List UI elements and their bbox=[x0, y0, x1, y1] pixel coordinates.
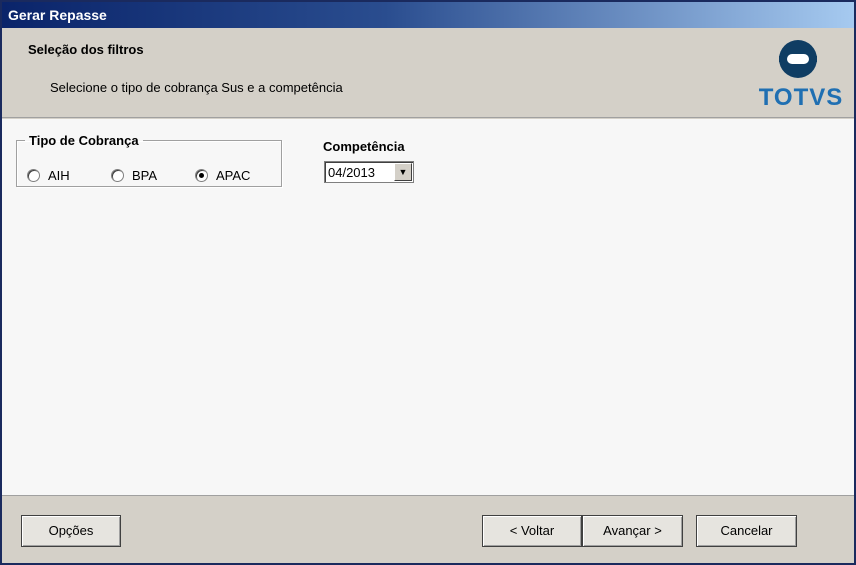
radio-apac-label: APAC bbox=[216, 168, 251, 183]
tipo-cobranca-group: Tipo de Cobrança AIH BPA APAC bbox=[16, 133, 282, 187]
radio-apac[interactable]: APAC bbox=[195, 168, 250, 183]
cancel-button[interactable]: Cancelar bbox=[696, 515, 797, 547]
tipo-cobranca-label: Tipo de Cobrança bbox=[29, 133, 139, 148]
radio-bpa-label: BPA bbox=[132, 168, 158, 183]
options-button[interactable]: Opções bbox=[21, 515, 121, 547]
logo-bar bbox=[787, 54, 809, 64]
title-bar[interactable]: Gerar Repasse bbox=[2, 2, 854, 28]
wizard-content: Tipo de Cobrança AIH BPA APAC Competênci… bbox=[2, 119, 854, 495]
chevron-down-icon[interactable]: ▼ bbox=[394, 163, 412, 181]
step-title: Seleção dos filtros bbox=[28, 42, 144, 57]
wizard-footer: Opções < Voltar Avançar > Cancelar bbox=[2, 495, 854, 563]
radio-apac-indicator[interactable] bbox=[195, 169, 208, 182]
radio-bpa[interactable]: BPA bbox=[111, 168, 157, 183]
next-button[interactable]: Avançar > bbox=[582, 515, 683, 547]
wizard-window: Gerar Repasse Seleção dos filtros Seleci… bbox=[0, 0, 856, 565]
radio-aih-indicator[interactable] bbox=[27, 169, 40, 182]
radio-aih[interactable]: AIH bbox=[27, 168, 70, 183]
radio-aih-label: AIH bbox=[48, 168, 70, 183]
logo-circle bbox=[779, 40, 817, 78]
competencia-select[interactable]: 04/2013 ▼ bbox=[324, 161, 414, 183]
wizard-header: Seleção dos filtros Selecione o tipo de … bbox=[2, 28, 854, 118]
competencia-label: Competência bbox=[323, 139, 405, 154]
step-subtitle: Selecione o tipo de cobrança Sus e a com… bbox=[50, 80, 343, 95]
back-button[interactable]: < Voltar bbox=[482, 515, 582, 547]
logo-text: TOTVS bbox=[758, 84, 844, 111]
window-title: Gerar Repasse bbox=[8, 7, 107, 23]
totvs-logo-icon: TOTVS bbox=[758, 40, 844, 112]
competencia-value: 04/2013 bbox=[328, 165, 375, 180]
radio-bpa-indicator[interactable] bbox=[111, 169, 124, 182]
